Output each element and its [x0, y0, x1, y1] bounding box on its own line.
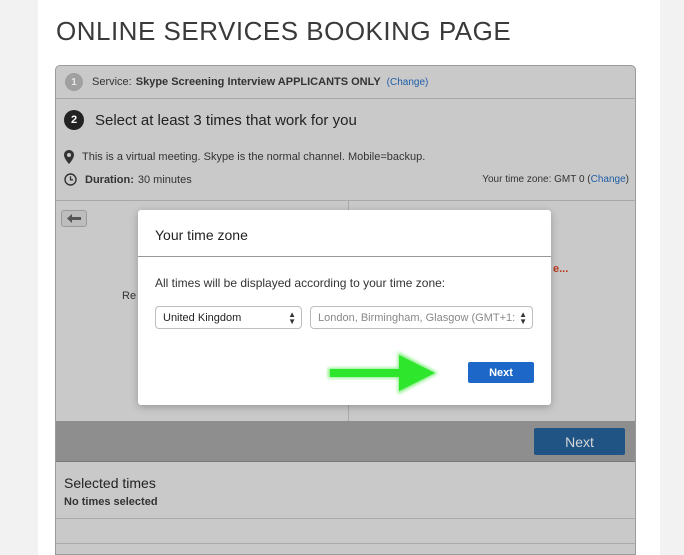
service-prefix: Service: [92, 76, 132, 88]
page-title: ONLINE SERVICES BOOKING PAGE [56, 16, 512, 46]
divider [56, 518, 635, 519]
timezone-info: Your time zone: GMT 0 (Change) [482, 174, 629, 185]
step-select-times-row: 2 Select at least 3 times that work for … [56, 100, 635, 140]
green-arrow-icon [328, 352, 438, 394]
timezone-close-paren: ) [625, 174, 629, 185]
selected-times-empty: No times selected [64, 496, 158, 508]
meeting-location-row: This is a virtual meeting. Skype is the … [64, 150, 425, 164]
meeting-location-text: This is a virtual meeting. Skype is the … [82, 151, 426, 163]
step-2-label: Select at least 3 times that work for yo… [95, 111, 357, 129]
city-timezone-select[interactable]: London, Birmingham, Glasgow (GMT+1: ▲ ▼ [310, 306, 533, 329]
calendar-partial-text-left: Re [122, 290, 137, 302]
city-select-value: London, Birmingham, Glasgow (GMT+1: [318, 311, 516, 324]
change-service-link[interactable]: (Change) [387, 77, 429, 88]
divider [56, 543, 635, 544]
back-arrow-icon [67, 214, 81, 223]
step-2-badge: 2 [64, 110, 84, 130]
step-1-badge: 1 [65, 73, 83, 91]
service-name: Skype Screening Interview APPLICANTS ONL… [135, 76, 381, 88]
country-select-value: United Kingdom [163, 311, 242, 324]
step-service-row: 1 Service: Skype Screening Interview APP… [56, 66, 635, 99]
previous-week-button[interactable] [61, 210, 87, 227]
select-updown-icon: ▲ ▼ [288, 310, 296, 326]
change-timezone-link[interactable]: Change [591, 174, 626, 185]
map-pin-icon [64, 150, 74, 164]
clock-icon [64, 173, 77, 186]
next-step-button[interactable]: Next [534, 428, 625, 455]
duration-label: Duration: [85, 173, 134, 186]
step-footer-bar: Next [56, 421, 635, 462]
modal-title: Your time zone [155, 227, 248, 243]
calendar-partial-text-right: e... [553, 263, 569, 275]
duration-row: Duration: 30 minutes Your time zone: GMT… [64, 173, 629, 186]
selected-times-title: Selected times [64, 475, 156, 491]
modal-description: All times will be displayed according to… [155, 276, 446, 290]
country-select[interactable]: United Kingdom ▲ ▼ [155, 306, 302, 329]
select-updown-icon: ▲ ▼ [519, 310, 527, 326]
selected-times-section: Selected times No times selected [56, 462, 635, 554]
modal-header: Your time zone [138, 210, 551, 257]
timezone-text: Your time zone: GMT 0 ( [482, 174, 591, 185]
modal-next-button[interactable]: Next [468, 362, 534, 383]
duration-value: 30 minutes [137, 173, 192, 186]
